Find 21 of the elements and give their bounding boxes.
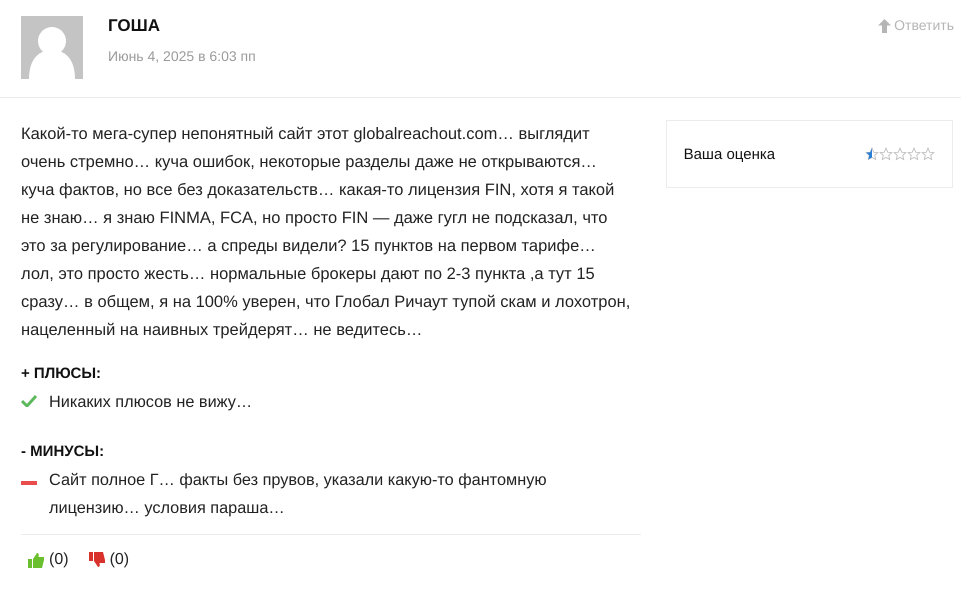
thumbs-up-icon <box>28 552 45 568</box>
star-icon[interactable] <box>921 147 935 161</box>
check-icon <box>21 395 37 407</box>
like-button[interactable]: (0) <box>28 551 69 569</box>
minus-icon <box>21 481 37 485</box>
section-title: + ПЛЮСЫ: <box>21 364 102 384</box>
star-icon[interactable] <box>865 147 879 161</box>
thumbs-down-icon <box>88 552 106 568</box>
author-name: ГОША <box>108 16 161 36</box>
star-icon[interactable] <box>879 147 893 161</box>
star-icon[interactable] <box>907 147 921 161</box>
list-item-text: Сайт полное Г… факты без прувов, указали какую-то фантомную лицензию… условия параша… <box>49 470 548 519</box>
section-title: - МИНУСЫ: <box>21 442 106 462</box>
arrow-up-icon <box>878 19 892 33</box>
rating-label: Ваша оценка <box>684 146 776 162</box>
comment-text: Какой-то мега-супер непонятный сайт этот globalreachout.com… выглядит очень стремно… куча ошибок, некоторые разделы даже не открываются… куча фактов, но все без доказательств… какая-то лицензия FIN, хотя я такой не знаю… я знаю FINMA, FCA, но просто FIN — даже гугл не подсказал, что это за регулирование… а спреды видели? 15 пунктов на первом тарифе… лол, это просто жесть… нормальные брокеры дают по 2-3 пункта ,а тут 15 сразу… в общем, я на 100% уверен, что Глобал Ричаут тупой скам и лохотрон, нацеленный на наивных трейдерят… не ведитесь… <box>21 124 632 341</box>
comment-date: Июнь 4, 2025 в 6:03 пп <box>108 48 257 64</box>
dislike-button[interactable]: (0) <box>88 551 130 569</box>
star-icon[interactable] <box>893 147 907 161</box>
avatar <box>21 16 83 79</box>
list-item-text: Никаких плюсов не вижу… <box>49 392 252 413</box>
